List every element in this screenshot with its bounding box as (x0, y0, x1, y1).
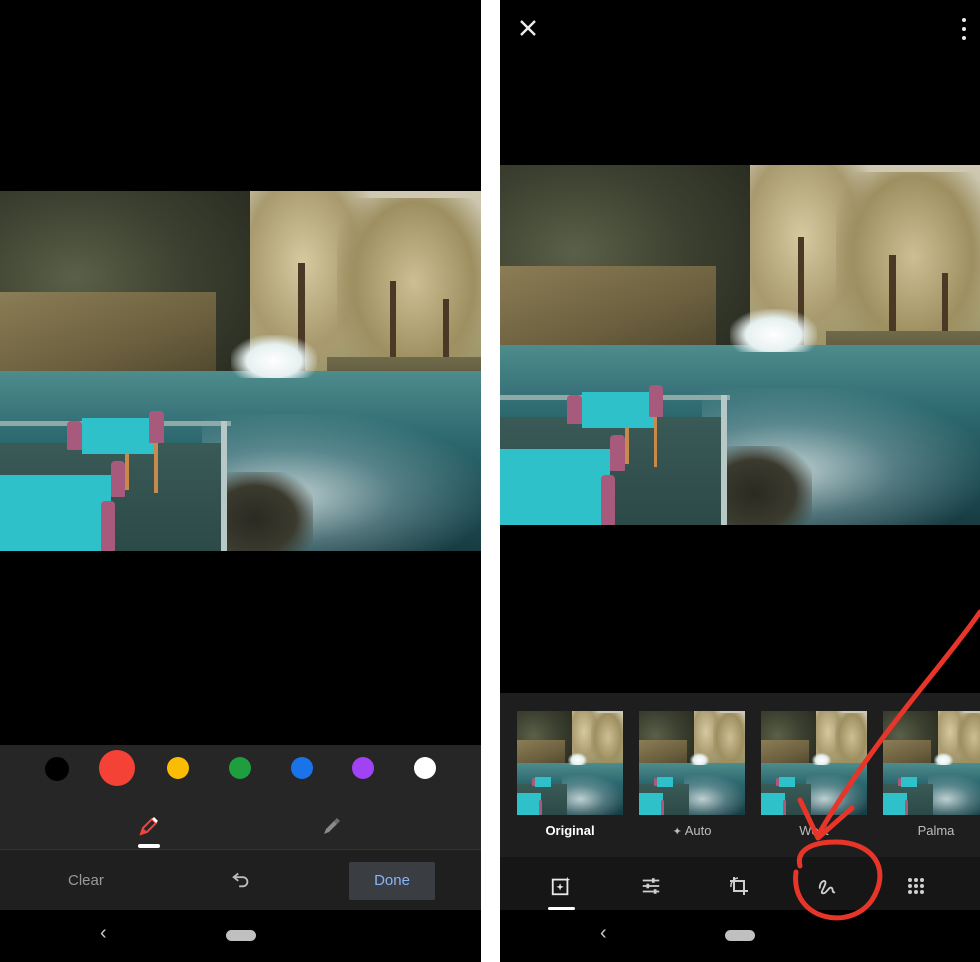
filters-panel: Original ✦ Auto West Palma (500, 693, 980, 857)
done-button[interactable]: Done (349, 862, 435, 900)
system-nav-bar: ‹ (500, 910, 980, 962)
color-swatch-black[interactable] (45, 757, 69, 781)
color-swatch-red[interactable] (99, 750, 135, 786)
markup-tab[interactable] (812, 871, 842, 901)
back-nav-icon[interactable]: ‹ (100, 923, 107, 943)
markup-toolbar (0, 745, 481, 849)
pen-tool[interactable] (134, 811, 164, 841)
suggestions-tab[interactable] (546, 871, 576, 901)
action-bar: Clear Done (0, 849, 481, 911)
color-swatch-white[interactable] (414, 757, 436, 779)
filter-original[interactable]: Original (517, 711, 623, 838)
filter-thumbnail (639, 711, 745, 815)
filter-label: Original (545, 823, 595, 838)
photo-editor-screen: Original ✦ Auto West Palma ‹ (500, 0, 980, 962)
more-vert-button[interactable] (962, 18, 968, 40)
more-vert-icon (962, 18, 966, 22)
filter-label: Palma (917, 823, 955, 838)
pen-selected-indicator (138, 844, 160, 848)
markup-icon (818, 880, 836, 895)
adjust-sliders-icon (642, 878, 660, 894)
close-icon (520, 20, 536, 36)
filter-west[interactable]: West (761, 711, 867, 838)
filter-thumbnail (517, 711, 623, 815)
suggestions-icon (551, 876, 571, 896)
close-button[interactable] (518, 18, 538, 43)
home-nav-pill[interactable] (725, 930, 755, 941)
color-swatch-yellow[interactable] (167, 757, 189, 779)
markup-editor-screen: Clear Done ‹ (0, 0, 481, 962)
home-nav-pill[interactable] (225, 930, 256, 941)
system-nav-bar: ‹ (0, 910, 481, 962)
color-swatch-green[interactable] (229, 757, 251, 779)
crop-rotate-icon (730, 877, 748, 895)
filter-thumbnail (883, 711, 980, 815)
back-nav-icon[interactable]: ‹ (600, 923, 607, 943)
photo-canvas[interactable] (0, 191, 481, 551)
filter-auto[interactable]: ✦ Auto (639, 711, 745, 838)
filter-palma[interactable]: Palma (883, 711, 980, 838)
highlighter-icon (324, 818, 340, 834)
undo-button[interactable] (230, 868, 254, 892)
filter-label: Auto (684, 823, 712, 838)
filter-label: West (799, 823, 829, 838)
adjust-tab[interactable] (636, 871, 666, 901)
more-tools-tab[interactable] (901, 871, 931, 901)
undo-icon (232, 872, 249, 888)
pen-icon (139, 817, 158, 836)
more-tools-icon (908, 878, 924, 894)
crop-tab[interactable] (724, 871, 754, 901)
filter-thumbnail (761, 711, 867, 815)
clear-button[interactable]: Clear (68, 850, 104, 911)
highlighter-tool[interactable] (316, 811, 346, 841)
color-swatch-purple[interactable] (352, 757, 374, 779)
sparkle-icon: ✦ (672, 826, 682, 838)
color-swatch-blue[interactable] (291, 757, 313, 779)
edit-tools-bar (500, 857, 980, 915)
photo-preview[interactable] (500, 165, 980, 525)
